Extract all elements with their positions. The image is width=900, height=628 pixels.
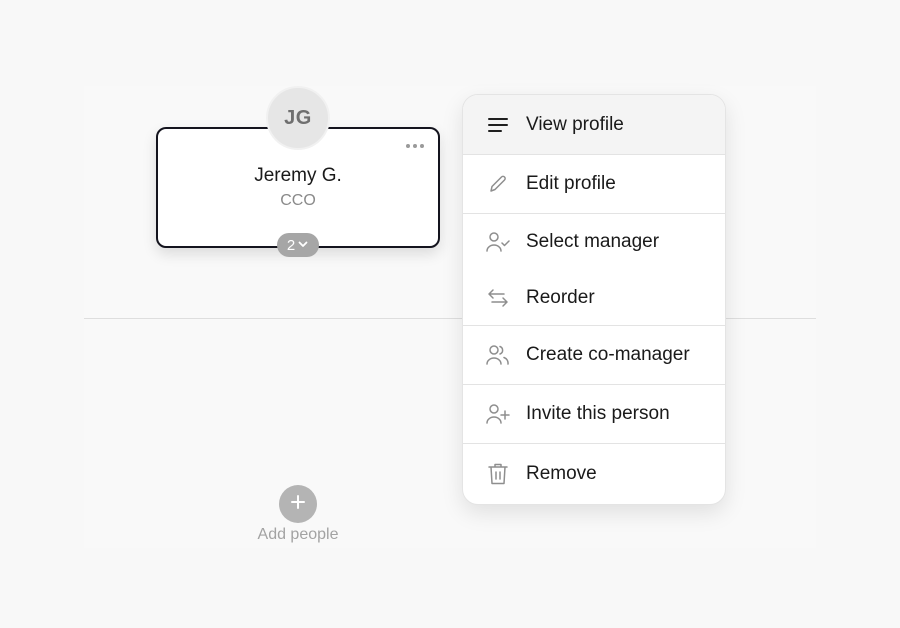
person-title: CCO — [280, 192, 316, 209]
users-icon — [485, 342, 511, 368]
menu-item-edit-profile[interactable]: Edit profile — [463, 155, 725, 213]
add-people-label: Add people — [257, 526, 339, 543]
pencil-icon — [485, 171, 511, 197]
menu-item-label: Reorder — [526, 286, 595, 308]
menu-item-label: Edit profile — [526, 173, 616, 194]
user-check-icon — [485, 229, 511, 255]
direct-reports-count: 2 — [286, 236, 296, 254]
direct-reports-toggle[interactable]: 2 — [277, 233, 319, 257]
add-people-button[interactable] — [279, 485, 317, 523]
avatar[interactable]: JG — [266, 86, 330, 150]
lines-icon — [485, 112, 511, 138]
person-name: Jeremy G. — [254, 165, 342, 186]
menu-item-label: Remove — [526, 463, 597, 484]
trash-icon — [485, 461, 511, 487]
plus-icon — [290, 494, 306, 515]
chevron-down-icon — [297, 237, 309, 254]
menu-item-label: View profile — [526, 113, 624, 135]
menu-item-view-profile[interactable]: View profile — [463, 95, 725, 154]
menu-item-select-manager[interactable]: Select manager — [463, 214, 725, 270]
menu-item-remove[interactable]: Remove — [463, 444, 725, 504]
context-menu: View profile Edit profile Select manager… — [462, 94, 726, 505]
menu-item-label: Select manager — [526, 231, 660, 252]
menu-item-reorder[interactable]: Reorder — [463, 270, 725, 325]
swap-arrows-icon — [485, 285, 511, 311]
menu-item-label: Invite this person — [526, 403, 670, 424]
more-options-icon[interactable] — [406, 141, 426, 151]
menu-item-label: Create co-manager — [526, 344, 690, 365]
menu-item-create-co-manager[interactable]: Create co-manager — [463, 326, 725, 384]
user-plus-icon — [485, 401, 511, 427]
menu-item-invite-this-person[interactable]: Invite this person — [463, 385, 725, 443]
